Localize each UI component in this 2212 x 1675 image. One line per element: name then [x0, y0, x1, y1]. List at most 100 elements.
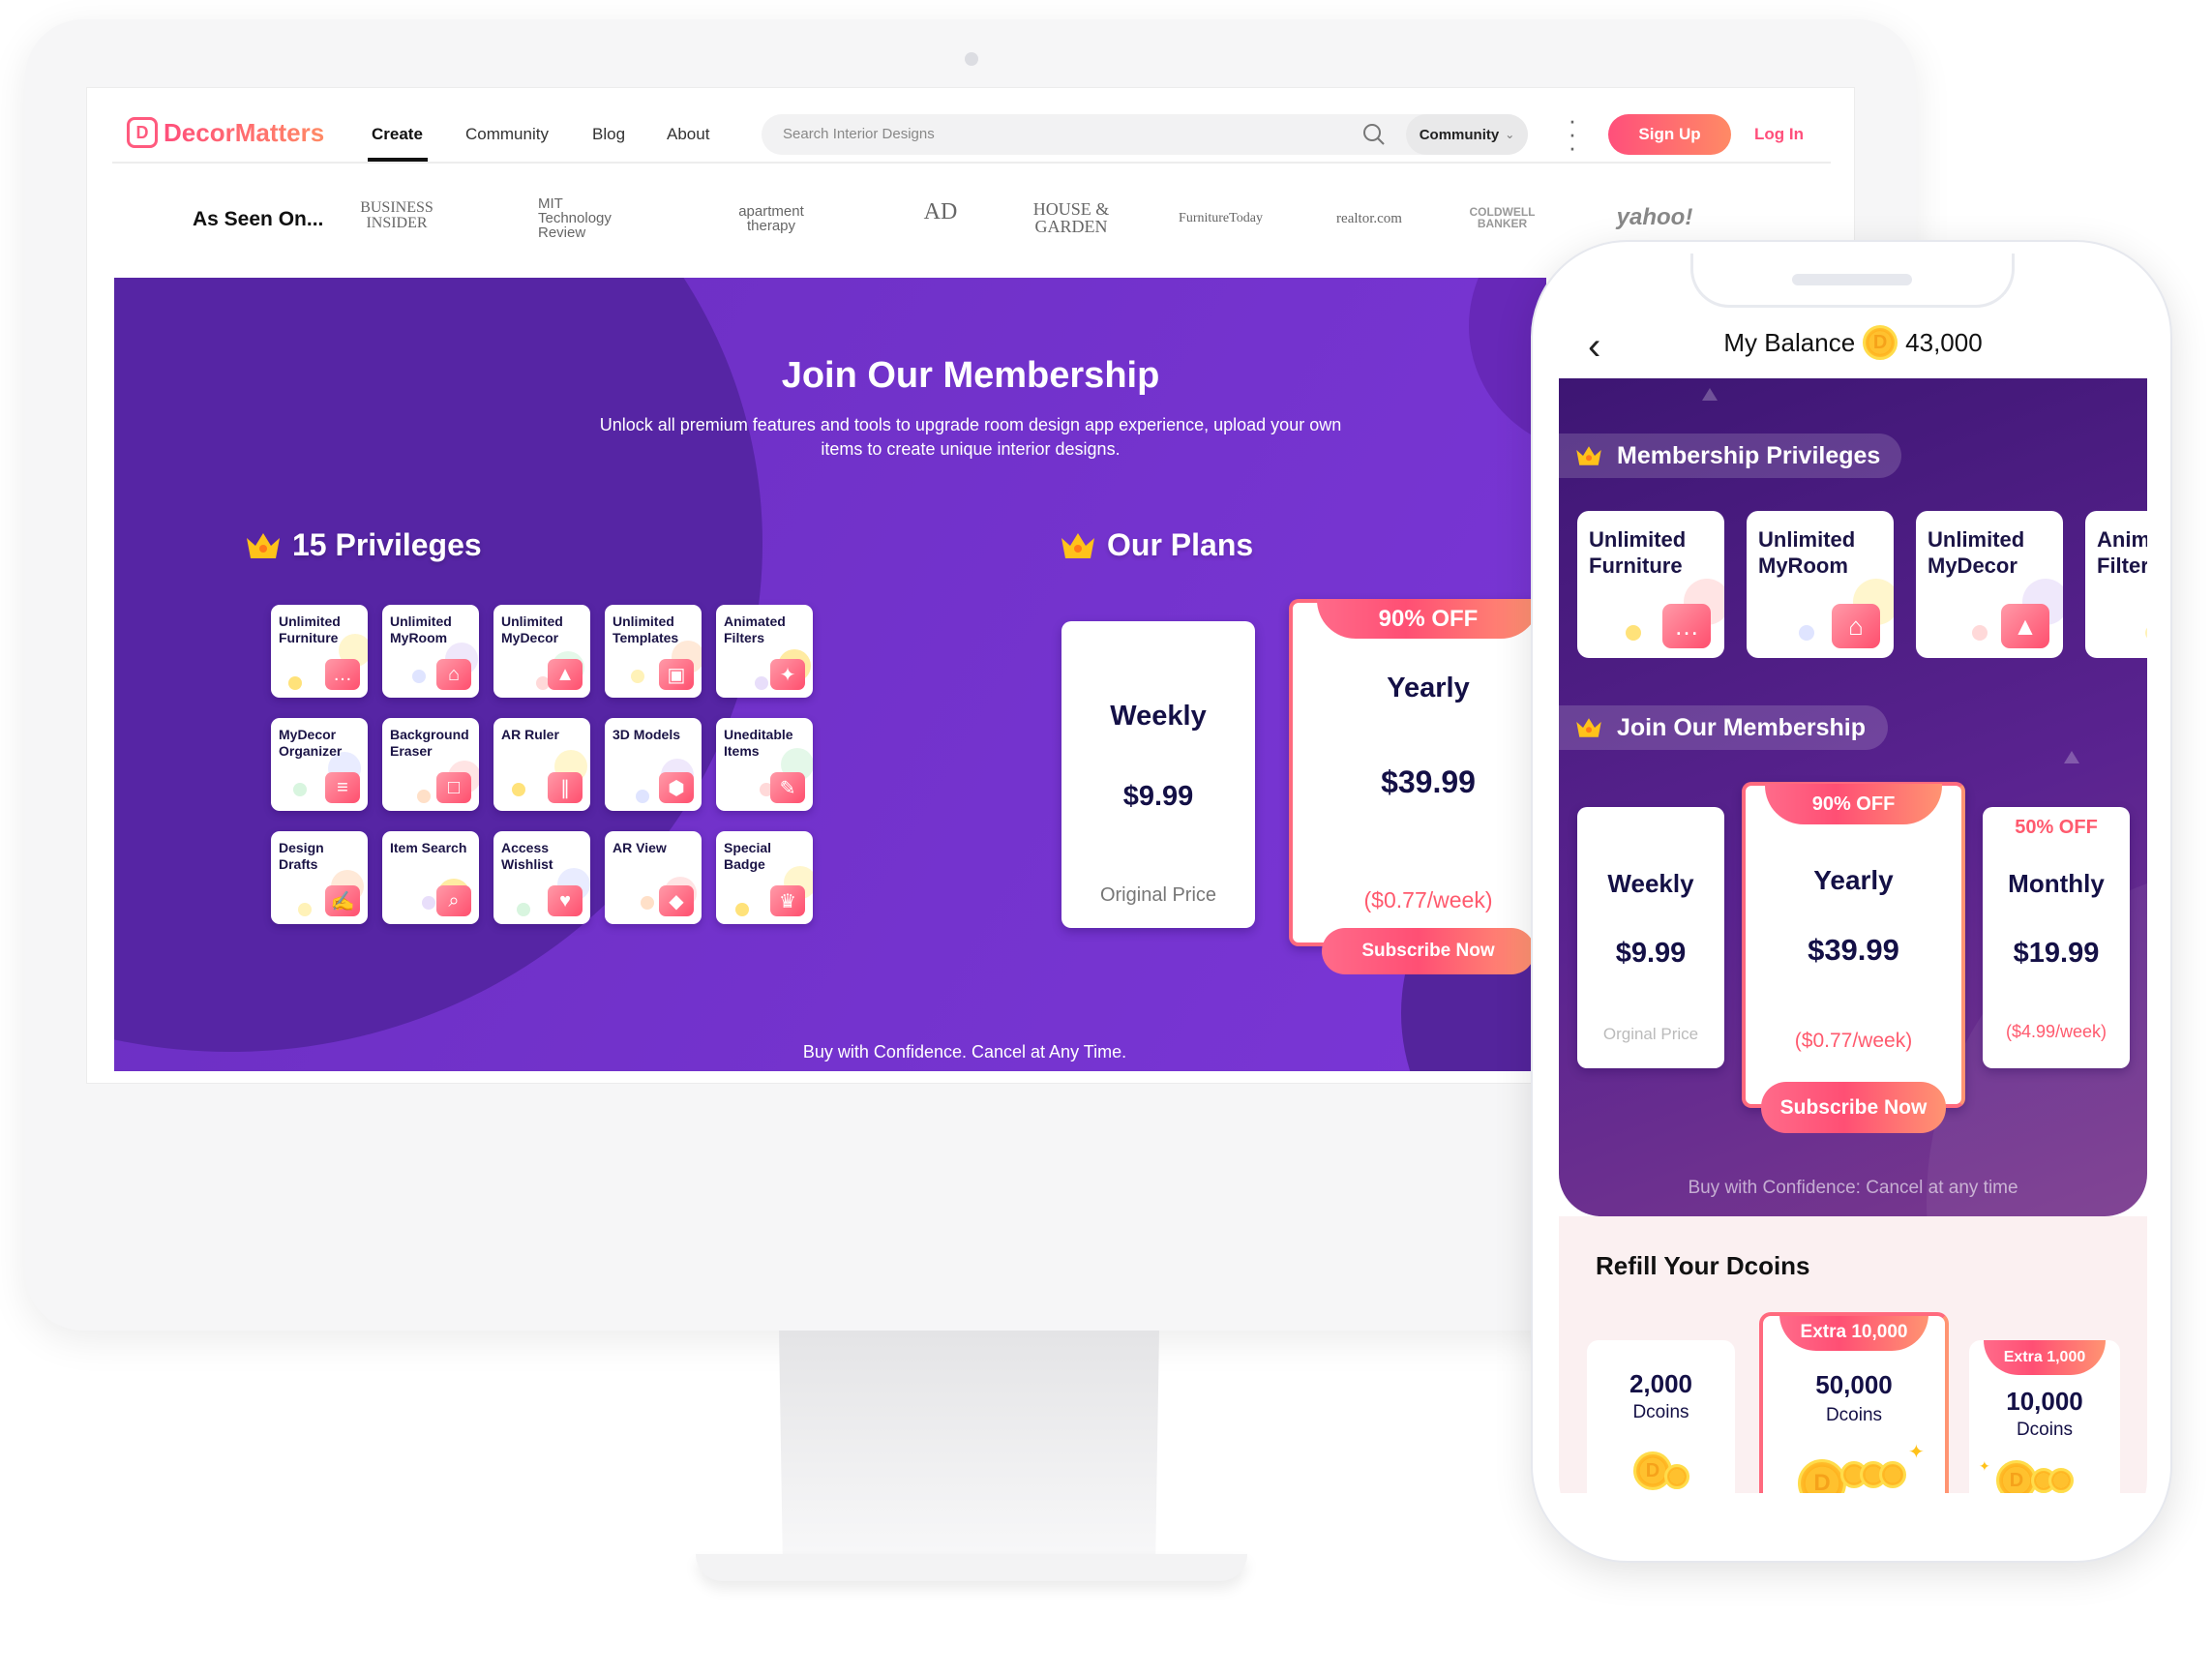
press-logo-house-garden: HOUSE & GARDEN [1032, 199, 1110, 236]
plan-name: Yearly [1813, 865, 1894, 895]
search-scope-value: Community [1419, 126, 1500, 143]
decor-dot [412, 670, 426, 683]
subscribe-now-button[interactable]: Subscribe Now [1761, 1082, 1946, 1133]
privileges-carousel[interactable]: … Unlimited Furniture ⌂ Unlimited MyRoom ▲ Un… [1577, 511, 2147, 661]
confidence-text: Buy with Confidence: Cancel at any time [1688, 1178, 2018, 1198]
confidence-text: Buy with Confidence. Cancel at Any Time. [802, 1042, 1127, 1062]
privilege-label: Access Wishlist [501, 840, 553, 872]
privilege-tile[interactable]: ✦Animated Filters [2085, 511, 2147, 658]
privilege-label: Special Badge [724, 840, 772, 872]
log-in-link[interactable]: Log In [1754, 125, 1804, 144]
privilege-tile[interactable]: ≡ MyDecor Organizer [271, 718, 368, 811]
plan-note: Orginal Price [1602, 1025, 1699, 1043]
privilege-tile[interactable]: … Unlimited Furniture [271, 605, 368, 698]
plan-price: $39.99 [1808, 933, 1899, 967]
privilege-tile[interactable]: … Unlimited Furniture [1577, 511, 1724, 658]
monitor-stand [779, 1331, 1159, 1563]
vase-icon: ▲ [2001, 604, 2049, 648]
privilege-label: MyDecor Organizer [279, 727, 343, 759]
image-icon: ▣ [659, 659, 694, 690]
search-scope-dropdown[interactable]: Community ⌄ [1406, 114, 1528, 155]
sign-up-button[interactable]: Sign Up [1608, 114, 1731, 155]
app-plan-card-yearly[interactable]: 90% OFF Yearly $39.99 ($0.77/week) [1742, 782, 1965, 1108]
vase-icon: ▲ [548, 659, 583, 690]
privilege-tile[interactable]: ✍ Design Drafts [271, 831, 368, 924]
decor-dot [298, 903, 312, 916]
plan-name: Weekly [1110, 701, 1207, 732]
app-plan-card-monthly[interactable]: 50% OFF Monthly $19.99 ($4.99/week) [1983, 807, 2130, 1068]
logo-mark-icon: D [127, 117, 158, 148]
subscribe-now-button[interactable]: Subscribe Now [1322, 928, 1535, 974]
nav-community[interactable]: Community [465, 125, 549, 144]
discount-badge: 90% OFF [1765, 784, 1942, 824]
brand-name: DecorMatters [164, 117, 325, 147]
privilege-label: Design Drafts [279, 840, 324, 872]
press-logo-realtor: realtor.com [1336, 211, 1402, 226]
refill-amount: 50,000 [1815, 1370, 1893, 1399]
search-bar[interactable]: Search Interior Designs Community ⌄ [762, 114, 1528, 155]
privilege-label: Animated Filters [724, 613, 786, 645]
dcoin-icon: D [1863, 325, 1898, 360]
privilege-tile[interactable]: ♥ Access Wishlist [493, 831, 590, 924]
privileges-title: 15 Privileges [292, 527, 482, 562]
decor-dot [293, 783, 307, 796]
press-logo-business-insider: BUSINESS INSIDER [360, 199, 433, 231]
plan-note: ($0.77/week) [1363, 887, 1493, 912]
house-icon: ⌂ [436, 659, 471, 690]
privilege-label: Unlimited MyDecor [501, 613, 563, 645]
refill-card-10000[interactable]: Extra 1,000 10,000 Dcoins D ✦ [1969, 1340, 2120, 1493]
search-input[interactable]: Search Interior Designs [783, 126, 935, 142]
eraser-icon: □ [436, 772, 471, 803]
nav-create[interactable]: Create [372, 125, 423, 144]
privilege-label: Unlimited MyRoom [1758, 527, 1856, 578]
press-logo-mit-technology-review: MIT Technology Review [538, 195, 612, 241]
camera-dot [965, 52, 978, 66]
privilege-label: 3D Models [613, 727, 681, 742]
privilege-label: Animated Filters [2097, 527, 2147, 578]
privilege-tile[interactable]: ▣ Unlimited Templates [605, 605, 702, 698]
banner-title: Join Our Membership [781, 355, 1160, 396]
membership-privileges-title: Membership Privileges [1617, 441, 1881, 469]
plan-card-weekly[interactable]: Weekly $9.99 Original Price [1061, 621, 1255, 928]
privilege-tile[interactable]: ▲ Unlimited MyDecor [1916, 511, 2063, 658]
privilege-label: Unlimited Furniture [279, 613, 341, 645]
privilege-tile[interactable]: ∥ AR Ruler [493, 718, 590, 811]
plan-note: ($4.99/week) [2005, 1022, 2107, 1041]
plan-price: $39.99 [1381, 764, 1476, 799]
discount-badge: 50% OFF [2015, 817, 2098, 838]
plan-card-yearly[interactable]: 90% OFF Yearly $39.99 ($0.77/week) [1289, 599, 1546, 946]
privilege-tile[interactable]: ◆ AR View [605, 831, 702, 924]
sparkle-icon: ✦ [1979, 1458, 1990, 1474]
nav-blog[interactable]: Blog [592, 125, 625, 144]
phone-speaker [1792, 274, 1912, 285]
app-plan-card-weekly[interactable]: Weekly $9.99 Orginal Price [1577, 807, 1724, 1068]
decor-dot [735, 903, 749, 916]
privilege-tile[interactable]: ⌕ Item Search [382, 831, 479, 924]
decor-dot [641, 896, 654, 910]
nav-divider [112, 162, 1831, 164]
nav-about[interactable]: About [667, 125, 709, 144]
refill-card-50000[interactable]: Extra 10,000 50,000 Dcoins D ✦ [1759, 1312, 1949, 1493]
plan-note: Original Price [1099, 884, 1217, 906]
refill-card-2000[interactable]: 2,000 Dcoins D [1587, 1340, 1735, 1493]
draft-icon: ✍ [325, 885, 360, 916]
privilege-tile[interactable]: ♛ Special Badge [716, 831, 813, 924]
brand-logo[interactable]: D DecorMatters [127, 117, 324, 148]
crown-icon [1576, 446, 1601, 465]
privilege-label: AR View [613, 840, 667, 855]
more-options-icon[interactable]: · · · [1568, 107, 1577, 160]
privilege-tile[interactable]: ▲ Unlimited MyDecor [493, 605, 590, 698]
privilege-tile[interactable]: ⌂ Unlimited MyRoom [382, 605, 479, 698]
search-icon[interactable] [1361, 122, 1387, 147]
press-logo-yahoo: yahoo! [1616, 204, 1693, 230]
privilege-tile[interactable]: □ Background Eraser [382, 718, 479, 811]
privilege-tile[interactable]: ✎ Uneditable Items [716, 718, 813, 811]
privilege-tile[interactable]: ⌂ Unlimited MyRoom [1747, 511, 1894, 658]
privilege-tile[interactable]: ✦Animated Filters [716, 605, 813, 698]
decor-dot [517, 903, 530, 916]
balance-title: My Balance [1723, 327, 1856, 357]
balance-value: 43,000 [1905, 327, 1983, 357]
press-logo-coldwell-banker: COLDWELL BANKER [1469, 205, 1536, 230]
membership-panel: Membership Privileges … Unlimited Furnitu… [1559, 378, 2147, 1216]
privilege-tile[interactable]: ⬢ 3D Models [605, 718, 702, 811]
